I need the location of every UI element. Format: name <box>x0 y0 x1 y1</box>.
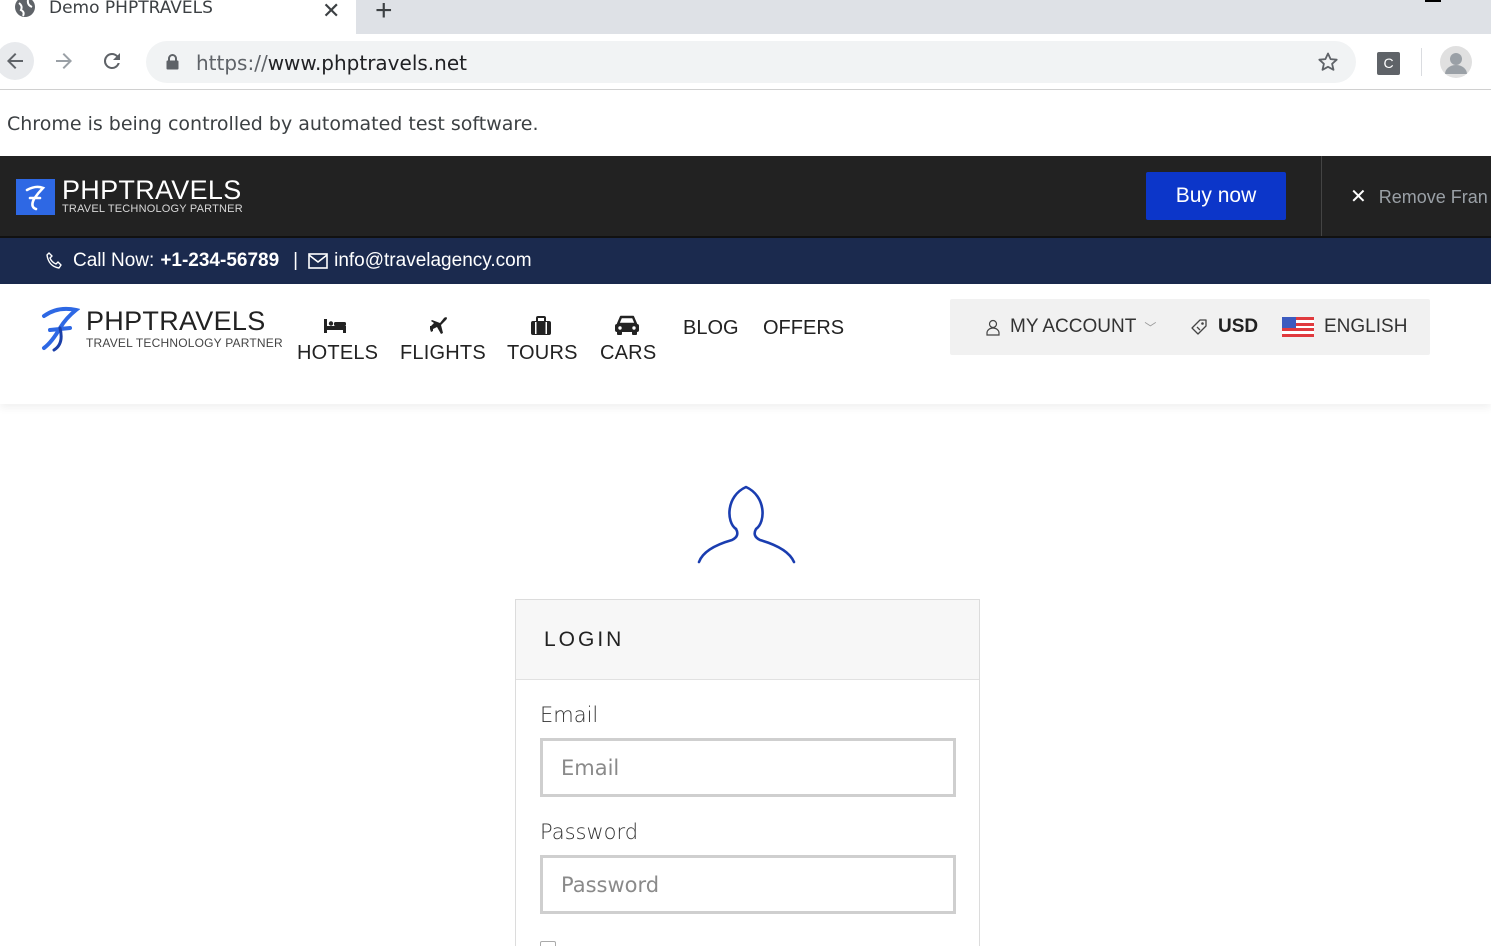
nav-flights[interactable]: FLIGHTS <box>400 314 486 365</box>
contact-email[interactable]: info@travelagency.com <box>334 250 531 272</box>
demo-frame-bar: PHPTRAVELS TRAVEL TECHNOLOGY PARTNER Buy… <box>0 156 1491 238</box>
demo-logo-tagline: TRAVEL TECHNOLOGY PARTNER <box>62 203 243 215</box>
extension-icon[interactable]: C <box>1377 52 1400 75</box>
close-tab-icon[interactable]: ✕ <box>322 0 340 24</box>
user-icon <box>986 319 1000 336</box>
site-logo-name[interactable]: PHPTRAVELS <box>86 306 266 337</box>
address-bar[interactable]: https://www.phptravels.net <box>146 41 1356 83</box>
us-flag-icon <box>1282 317 1314 337</box>
close-icon: ✕ <box>1350 186 1367 208</box>
login-card: LOGIN Email Password <box>515 599 980 946</box>
new-tab-button[interactable]: + <box>375 0 393 28</box>
nav-cars[interactable]: CARS <box>600 314 657 365</box>
remember-me-checkbox[interactable] <box>540 941 556 946</box>
nav-hotels-label: HOTELS <box>297 342 379 364</box>
forward-button[interactable] <box>45 42 83 80</box>
nav-tours[interactable]: TOURS <box>507 314 578 365</box>
phone-icon <box>46 252 62 269</box>
demo-logo-name[interactable]: PHPTRAVELS <box>62 175 242 206</box>
globe-icon <box>15 0 35 17</box>
currency-selector[interactable]: USD <box>1190 316 1258 338</box>
back-button[interactable] <box>0 42 34 80</box>
nav-offers[interactable]: OFFERS <box>763 317 844 340</box>
call-now-label: Call Now: <box>73 250 155 271</box>
demo-bar-divider <box>1321 156 1322 236</box>
contact-separator: | <box>293 250 299 271</box>
password-field[interactable] <box>540 855 956 914</box>
nav-tours-label: TOURS <box>507 342 578 364</box>
infobar-text: Chrome is being controlled by automated … <box>7 113 539 135</box>
nav-blog[interactable]: BLOG <box>683 317 739 340</box>
contact-info: Call Now: +1-234-56789 | info@travelagen… <box>45 250 532 272</box>
url-text: https://www.phptravels.net <box>196 51 467 75</box>
mail-icon <box>308 253 328 269</box>
login-title: LOGIN <box>544 628 625 651</box>
profile-avatar-icon[interactable] <box>1440 46 1472 78</box>
plane-icon <box>430 317 447 334</box>
demo-logo-icon[interactable] <box>16 179 55 215</box>
tag-icon <box>1191 319 1207 335</box>
account-bar: MY ACCOUNT ﹀ USD ENGLISH <box>950 299 1430 355</box>
minimize-icon[interactable] <box>1425 0 1441 2</box>
remove-frame-label: Remove Fran <box>1378 187 1488 207</box>
contact-bar: Call Now: +1-234-56789 | info@travelagen… <box>0 238 1491 284</box>
email-label: Email <box>540 703 599 727</box>
reload-icon <box>103 52 120 69</box>
site-header: PHPTRAVELS TRAVEL TECHNOLOGY PARTNER HOT… <box>0 284 1491 404</box>
phone-number[interactable]: +1-234-56789 <box>160 250 279 272</box>
suitcase-icon <box>531 316 551 335</box>
browser-toolbar: https://www.phptravels.net C <box>0 34 1491 90</box>
nav-cars-label: CARS <box>600 342 657 364</box>
arrow-right-icon <box>56 53 72 69</box>
lock-icon <box>166 54 179 70</box>
currency-label: USD <box>1218 316 1259 337</box>
site-logo-tagline: TRAVEL TECHNOLOGY PARTNER <box>86 336 283 350</box>
remove-frame-button[interactable]: ✕ Remove Fran <box>1350 184 1488 209</box>
login-card-header: LOGIN <box>516 600 979 680</box>
nav-flights-label: FLIGHTS <box>400 342 486 364</box>
arrow-left-icon <box>7 53 23 69</box>
car-icon <box>615 315 639 335</box>
language-label: ENGLISH <box>1324 316 1408 337</box>
browser-tabstrip: Demo PHPTRAVELS ✕ + <box>0 0 1491 34</box>
email-field[interactable] <box>540 738 956 797</box>
tab-title: Demo PHPTRAVELS <box>49 0 213 18</box>
star-icon[interactable] <box>1316 50 1340 74</box>
automation-infobar: Chrome is being controlled by automated … <box>0 91 1491 156</box>
my-account-dropdown[interactable]: MY ACCOUNT ﹀ <box>986 316 1156 338</box>
url-scheme: https:// <box>196 51 268 75</box>
person-icon <box>1445 53 1467 74</box>
user-avatar-icon <box>697 485 796 564</box>
password-label: Password <box>540 820 639 844</box>
nav-hotels[interactable]: HOTELS <box>297 314 379 365</box>
buy-now-button[interactable]: Buy now <box>1146 172 1286 220</box>
language-selector[interactable]: ENGLISH <box>1282 316 1407 338</box>
site-logo-icon[interactable] <box>40 304 80 352</box>
my-account-label: MY ACCOUNT <box>1010 316 1137 337</box>
bed-icon <box>324 319 346 333</box>
browser-tab[interactable]: Demo PHPTRAVELS ✕ <box>0 0 356 34</box>
chevron-down-icon: ﹀ <box>1144 320 1157 335</box>
toolbar-divider <box>1421 48 1422 76</box>
reload-button[interactable] <box>93 42 131 80</box>
url-host: www.phptravels.net <box>267 51 467 75</box>
